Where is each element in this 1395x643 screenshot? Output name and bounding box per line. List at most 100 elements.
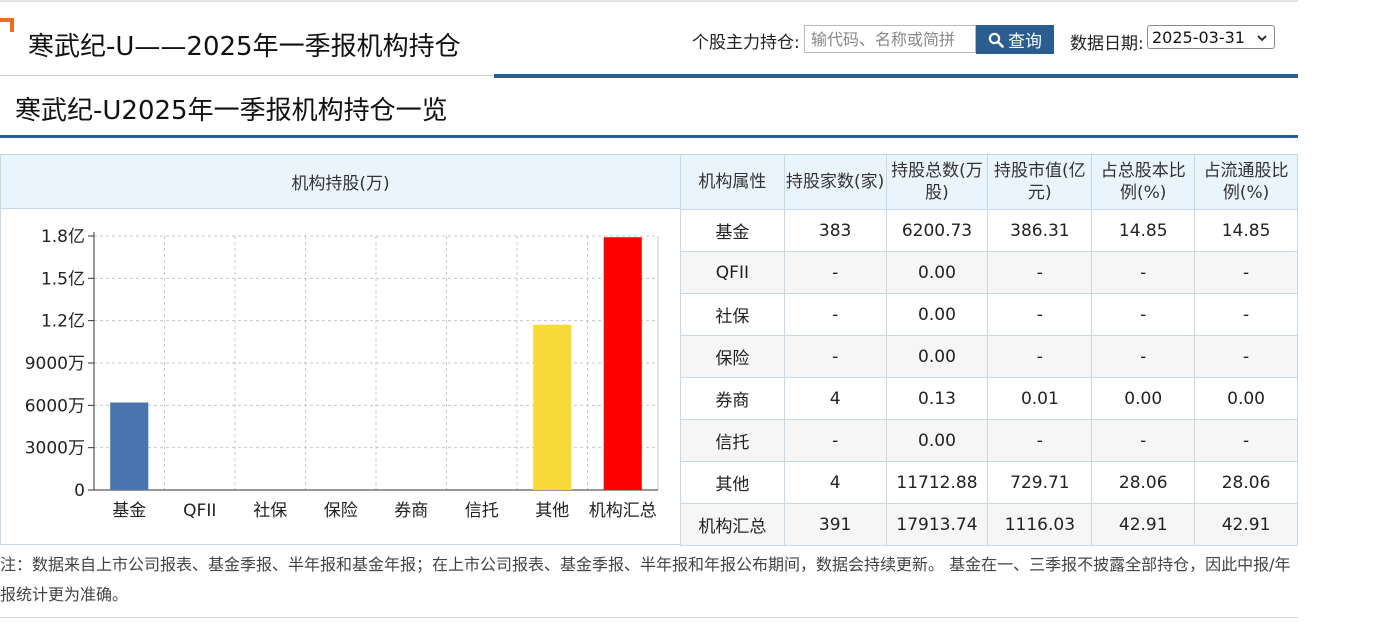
cell-type: 保险: [680, 335, 785, 378]
cell-count: -: [783, 251, 887, 294]
x-tick-label: 保险: [324, 501, 358, 521]
col-header-count: 持股家数(家): [783, 154, 887, 210]
cell-float-ratio: -: [1194, 293, 1298, 336]
cell-shares: 17913.74: [885, 503, 989, 546]
cell-float-ratio: -: [1194, 335, 1298, 378]
chart-header: 机构持股(万): [1, 155, 680, 209]
cell-float-ratio: 42.91: [1194, 503, 1298, 546]
cell-shares: 6200.73: [885, 209, 989, 252]
y-tick-label: 6000万: [25, 396, 85, 416]
cell-shares: 0.13: [885, 377, 989, 420]
x-tick-label: 券商: [394, 501, 428, 521]
cell-type: 社保: [680, 293, 785, 336]
table-row: QFII - 0.00 - - -: [680, 251, 1298, 294]
x-tick-label: 基金: [112, 501, 146, 521]
x-tick-label: 信托: [465, 501, 499, 521]
cell-count: -: [783, 419, 887, 462]
bar-6: [533, 324, 572, 490]
col-header-total-ratio: 占总股本比例(%): [1091, 154, 1196, 210]
table-row: 社保 - 0.00 - - -: [680, 293, 1298, 336]
cell-value: -: [987, 419, 1093, 462]
bar-7: [603, 237, 642, 490]
chevron-down-icon: [1257, 35, 1267, 42]
x-tick-label: QFII: [183, 501, 216, 521]
cell-float-ratio: 28.06: [1194, 461, 1298, 504]
cell-shares: 0.00: [885, 419, 989, 462]
note-rule: [0, 617, 1298, 618]
x-tick-label: 机构汇总: [589, 501, 657, 521]
cell-value: -: [987, 251, 1093, 294]
table-row: 机构汇总 391 17913.74 1116.03 42.91 42.91: [680, 503, 1298, 546]
x-tick-label: 社保: [253, 501, 287, 521]
chart-panel: 机构持股(万) 0 3000万 6000万 9000万 1.2亿 1.5亿 1.8亿基金 QF…: [0, 154, 680, 545]
institution-holdings-chart: 0 3000万 6000万 9000万 1.2亿 1.5亿 1.8亿基金 QFII 社保 保险 券商…: [25, 227, 659, 521]
cell-type: QFII: [680, 251, 785, 294]
section-rule: [0, 135, 1298, 138]
cell-value: 386.31: [987, 209, 1093, 252]
y-tick-label: 1.2亿: [41, 312, 85, 332]
date-select-value: 2025-03-31: [1152, 27, 1245, 47]
title-accent-bar: [494, 74, 1298, 78]
search-icon: [988, 32, 1004, 48]
cell-total-ratio: 14.85: [1091, 209, 1196, 252]
date-label: 数据日期:: [1070, 34, 1144, 54]
y-tick-label: 3000万: [25, 439, 85, 459]
cell-value: -: [987, 293, 1093, 336]
cell-total-ratio: 42.91: [1091, 503, 1196, 546]
cell-type: 券商: [680, 377, 785, 420]
corner-accent-icon: [0, 18, 14, 32]
table-row: 其他 4 11712.88 729.71 28.06 28.06: [680, 461, 1298, 504]
title-underline: [0, 75, 494, 76]
y-tick-label: 9000万: [25, 354, 85, 374]
top-rule: [0, 0, 1298, 2]
cell-shares: 11712.88: [885, 461, 989, 504]
col-header-value: 持股市值(亿元): [987, 154, 1093, 210]
cell-count: 4: [783, 377, 887, 420]
stock-search-input[interactable]: [804, 25, 976, 53]
y-tick-label: 0: [74, 481, 85, 501]
table-row: 信托 - 0.00 - - -: [680, 419, 1298, 462]
col-header-shares: 持股总数(万股): [885, 154, 989, 210]
cell-shares: 0.00: [885, 335, 989, 378]
col-header-type: 机构属性: [680, 154, 785, 210]
page-title: 寒武纪-U——2025年一季报机构持仓: [28, 32, 461, 62]
cell-value: 1116.03: [987, 503, 1093, 546]
cell-count: 4: [783, 461, 887, 504]
date-select[interactable]: 2025-03-31: [1147, 25, 1275, 49]
cell-type: 其他: [680, 461, 785, 504]
table-row: 保险 - 0.00 - - -: [680, 335, 1298, 378]
section-title: 寒武纪-U2025年一季报机构持仓一览: [15, 96, 448, 126]
cell-shares: 0.00: [885, 251, 989, 294]
stock-search-label: 个股主力持仓:: [692, 33, 800, 53]
search-button[interactable]: 查询: [976, 25, 1054, 54]
cell-float-ratio: 0.00: [1194, 377, 1298, 420]
cell-count: -: [783, 293, 887, 336]
cell-total-ratio: 0.00: [1091, 377, 1196, 420]
cell-value: 729.71: [987, 461, 1093, 504]
cell-type: 机构汇总: [680, 503, 785, 546]
cell-float-ratio: -: [1194, 419, 1298, 462]
cell-total-ratio: -: [1091, 293, 1196, 336]
cell-count: 391: [783, 503, 887, 546]
table-row: 基金 383 6200.73 386.31 14.85 14.85: [680, 209, 1298, 252]
cell-total-ratio: -: [1091, 251, 1196, 294]
cell-total-ratio: 28.06: [1091, 461, 1196, 504]
y-tick-label: 1.8亿: [41, 227, 85, 247]
y-tick-label: 1.5亿: [41, 269, 85, 289]
cell-type: 基金: [680, 209, 785, 252]
table-header-row: 机构属性 持股家数(家) 持股总数(万股) 持股市值(亿元) 占总股本比例(%)…: [680, 154, 1298, 210]
cell-shares: 0.00: [885, 293, 989, 336]
cell-type: 信托: [680, 419, 785, 462]
table-row: 券商 4 0.13 0.01 0.00 0.00: [680, 377, 1298, 420]
cell-count: 383: [783, 209, 887, 252]
cell-value: -: [987, 335, 1093, 378]
cell-float-ratio: 14.85: [1194, 209, 1298, 252]
cell-count: -: [783, 335, 887, 378]
holdings-table: 机构属性 持股家数(家) 持股总数(万股) 持股市值(亿元) 占总股本比例(%)…: [680, 154, 1298, 546]
search-button-label: 查询: [1008, 32, 1042, 52]
col-header-float-ratio: 占流通股比例(%): [1194, 154, 1298, 210]
cell-float-ratio: -: [1194, 251, 1298, 294]
x-tick-label: 其他: [535, 501, 569, 521]
cell-total-ratio: -: [1091, 419, 1196, 462]
data-note: 注：数据来自上市公司报表、基金季报、半年报和基金年报；在上市公司报表、基金季报、…: [0, 555, 1291, 604]
